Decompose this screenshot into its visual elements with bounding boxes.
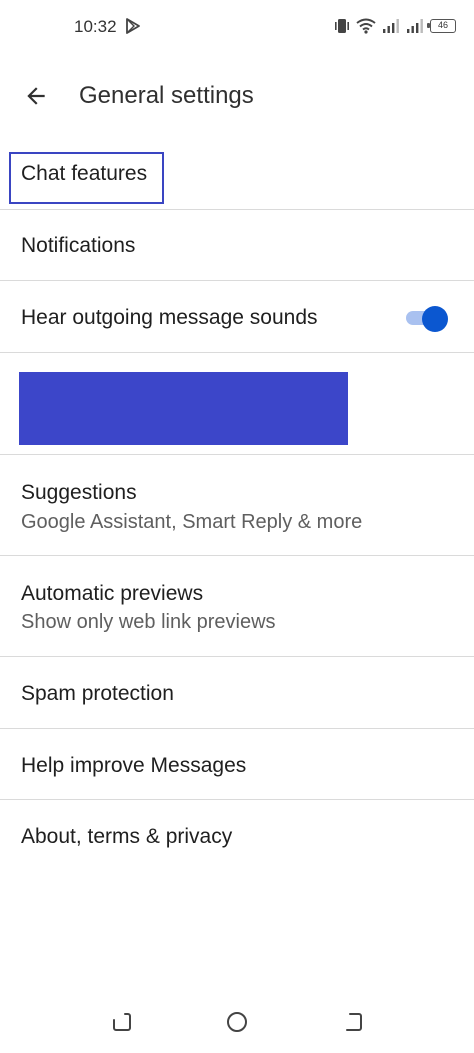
setting-label: Help improve Messages — [21, 754, 247, 777]
setting-suggestions[interactable]: Suggestions Google Assistant, Smart Repl… — [0, 455, 474, 556]
settings-list: Chat features Notifications Hear outgoin… — [0, 138, 474, 872]
redacted-block — [19, 372, 348, 445]
signal-icon — [383, 19, 399, 33]
status-bar: 10:32 46 — [0, 0, 474, 52]
status-time: 10:32 — [74, 17, 117, 36]
setting-label: About, terms & privacy — [21, 825, 233, 848]
setting-label: Chat features — [21, 162, 148, 185]
setting-about[interactable]: About, terms & privacy — [0, 800, 474, 872]
setting-label: Suggestions — [21, 481, 137, 504]
signal-icon — [407, 19, 423, 33]
vibrate-icon — [335, 19, 349, 33]
outgoing-sounds-toggle[interactable] — [404, 305, 448, 332]
wifi-icon — [356, 18, 376, 34]
setting-summary: Google Assistant, Smart Reply & more — [21, 511, 363, 533]
setting-label: Notifications — [21, 234, 136, 257]
home-button[interactable] — [223, 1008, 251, 1036]
status-icons: 46 — [334, 16, 456, 36]
page-title: General settings — [79, 82, 254, 109]
system-nav-bar — [0, 1000, 474, 1044]
recents-button[interactable] — [108, 1008, 136, 1036]
setting-label: Automatic previews — [21, 582, 204, 605]
home-icon — [227, 1012, 247, 1032]
app-bar: General settings — [0, 62, 474, 128]
setting-label: Spam protection — [21, 682, 174, 705]
setting-spam-protection[interactable]: Spam protection — [0, 657, 474, 729]
arrow-back-icon — [27, 87, 45, 105]
back-gesture-button[interactable] — [339, 1008, 367, 1036]
setting-outgoing-sounds[interactable]: Hear outgoing message sounds — [0, 281, 474, 353]
battery-icon: 46 — [427, 19, 456, 33]
setting-chat-features[interactable]: Chat features — [0, 138, 474, 210]
setting-summary: Show only web link previews — [21, 611, 276, 633]
recents-icon — [113, 1013, 131, 1031]
setting-notifications[interactable]: Notifications — [0, 210, 474, 281]
back-button[interactable] — [20, 80, 52, 112]
setting-label: Hear outgoing message sounds — [21, 306, 318, 329]
play-store-icon — [126, 18, 140, 34]
setting-help-improve[interactable]: Help improve Messages — [0, 729, 474, 800]
setting-redacted[interactable] — [0, 353, 474, 455]
setting-automatic-previews[interactable]: Automatic previews Show only web link pr… — [0, 556, 474, 657]
back-gesture-icon — [346, 1013, 362, 1031]
toggle-thumb — [422, 306, 448, 332]
